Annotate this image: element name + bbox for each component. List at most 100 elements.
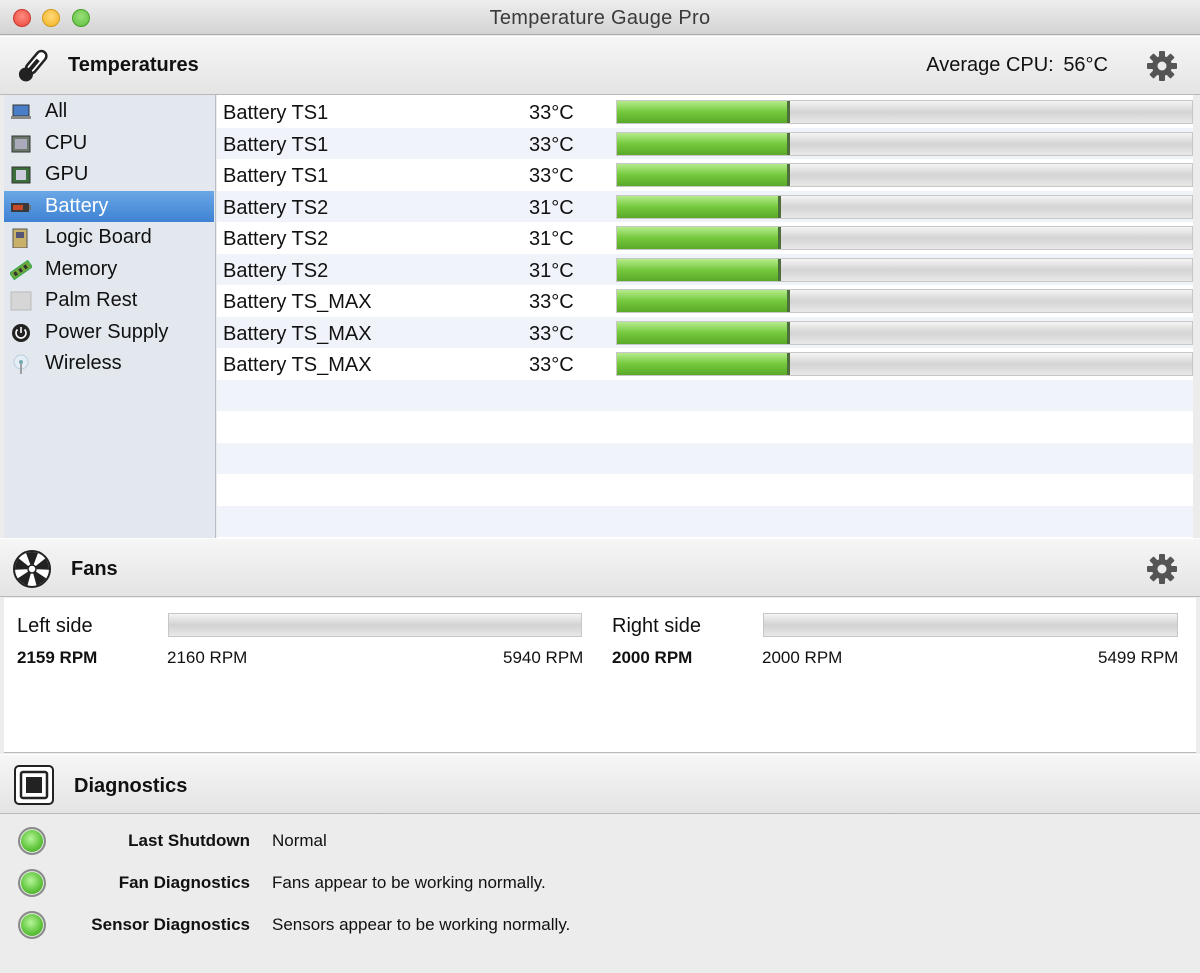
sensor-row[interactable]: Battery TS1 33°C xyxy=(217,96,1193,128)
temperatures-title: Temperatures xyxy=(68,54,199,76)
sensor-name: Battery TS2 xyxy=(223,259,329,282)
list-edge xyxy=(1193,95,1200,538)
diagnostic-value: Fans appear to be working normally. xyxy=(272,873,546,892)
sensor-row[interactable]: Battery TS1 33°C xyxy=(217,127,1193,159)
sidebar-item-memory[interactable]: Memory xyxy=(4,254,214,285)
left-fan-name: Left side xyxy=(17,615,93,637)
logic-board-icon xyxy=(12,228,28,248)
fan-icon xyxy=(13,550,51,588)
temperatures-settings-gear-icon[interactable] xyxy=(1145,49,1179,83)
memory-stick-icon xyxy=(10,259,32,280)
sidebar-item-label: Palm Rest xyxy=(45,289,138,311)
sensor-list: Battery TS1 33°C Battery TS1 33°C Battery TS… xyxy=(217,95,1193,538)
sidebar-item-palm-rest[interactable]: Palm Rest xyxy=(4,285,214,316)
sensor-name: Battery TS2 xyxy=(223,228,329,250)
sensor-temperature: 33°C xyxy=(529,291,574,313)
sensor-temperature-bar-fill xyxy=(617,321,790,344)
sensor-temperature: 33°C xyxy=(529,165,574,187)
sidebar-item-cpu[interactable]: CPU xyxy=(4,128,214,159)
sidebar-item-all[interactable]: All xyxy=(4,96,214,127)
palm-rest-icon xyxy=(10,291,32,311)
sensor-temperature-bar xyxy=(616,352,1193,376)
sensor-name: Battery TS_MAX xyxy=(223,291,372,313)
sensor-name: Battery TS1 xyxy=(223,133,329,156)
category-sidebar: All CPU GPU Battery Logic Board Memory Palm Re… xyxy=(4,95,216,538)
average-cpu-value: 56°C xyxy=(1063,54,1108,76)
sensor-temperature: 33°C xyxy=(529,322,574,345)
sensor-name: Battery TS1 xyxy=(223,102,329,124)
antenna-icon xyxy=(13,354,29,374)
laptop-icon xyxy=(11,104,31,119)
sidebar-item-power-supply[interactable]: Power Supply xyxy=(4,317,214,348)
fans-title: Fans xyxy=(71,558,118,580)
right-fan-current-rpm: 2000 RPM xyxy=(612,648,693,667)
sensor-temperature-bar xyxy=(616,226,1193,250)
sensor-row[interactable]: Battery TS_MAX 33°C xyxy=(217,285,1193,317)
sensor-row[interactable]: Battery TS2 31°C xyxy=(217,190,1193,222)
sensor-temperature-bar xyxy=(616,257,1193,282)
diagnostics-title: Diagnostics xyxy=(74,775,188,797)
right-fan-speed-bar[interactable] xyxy=(763,613,1178,637)
fans-settings-gear-icon[interactable] xyxy=(1145,552,1179,586)
thermometer-icon xyxy=(18,49,48,82)
sensor-temperature-bar xyxy=(616,131,1193,156)
sidebar-item-label: All xyxy=(45,100,68,122)
sensor-temperature: 31°C xyxy=(529,259,574,282)
sensor-row[interactable]: Battery TS2 31°C xyxy=(217,222,1193,254)
sidebar-item-battery[interactable]: Battery xyxy=(4,190,214,222)
sensor-row[interactable]: Battery TS_MAX 33°C xyxy=(217,316,1193,348)
sensor-temperature: 31°C xyxy=(529,196,574,219)
left-fan-max-rpm: 5940 RPM xyxy=(503,648,584,667)
sensor-temperature-bar xyxy=(616,194,1193,219)
sensor-row[interactable]: Battery TS1 33°C xyxy=(217,159,1193,191)
sensor-temperature: 33°C xyxy=(529,133,574,156)
sensor-temperature-bar-fill xyxy=(617,258,781,281)
sensor-row[interactable]: Battery TS_MAX 33°C xyxy=(217,348,1193,380)
empty-row xyxy=(217,474,1193,506)
sensor-temperature-bar-fill xyxy=(617,101,790,123)
empty-row xyxy=(217,442,1193,474)
diagnostic-label: Sensor Diagnostics xyxy=(91,915,250,934)
sensor-row[interactable]: Battery TS2 31°C xyxy=(217,253,1193,285)
right-fan-max-rpm: 5499 RPM xyxy=(1098,648,1179,667)
diagnostic-value: Normal xyxy=(272,831,327,850)
sidebar-item-label: Power Supply xyxy=(45,320,169,343)
cpu-chip-icon xyxy=(11,135,31,152)
temperatures-header: Temperatures Average CPU: 56°C xyxy=(0,36,1200,95)
sidebar-item-label: Wireless xyxy=(45,352,122,374)
sensor-name: Battery TS1 xyxy=(223,165,329,187)
gpu-chip-icon xyxy=(11,166,31,184)
diagnostic-value: Sensors appear to be working normally. xyxy=(272,915,571,934)
diagnostics-panel: Last Shutdown Normal Fan Diagnostics Fans a… xyxy=(0,815,1200,973)
diagnostic-label: Last Shutdown xyxy=(128,831,250,850)
sensor-temperature: 33°C xyxy=(529,354,574,376)
sidebar-item-label: GPU xyxy=(45,163,89,185)
diagnostic-label: Fan Diagnostics xyxy=(118,873,250,892)
sensor-temperature-bar-fill xyxy=(617,195,781,218)
chip-icon xyxy=(14,765,54,805)
sidebar-item-label: Memory xyxy=(45,257,118,280)
sidebar-item-logic-board[interactable]: Logic Board xyxy=(4,222,214,253)
diagnostics-header: Diagnostics xyxy=(0,754,1200,814)
power-icon xyxy=(12,323,30,342)
sensor-name: Battery TS_MAX xyxy=(223,322,372,345)
left-fan-speed-bar[interactable] xyxy=(168,613,582,637)
sensor-temperature: 31°C xyxy=(529,228,574,250)
sensor-name: Battery TS2 xyxy=(223,196,329,219)
window-titlebar: Temperature Gauge Pro xyxy=(0,0,1200,35)
sensor-temperature: 33°C xyxy=(529,102,574,124)
empty-row xyxy=(217,505,1193,537)
battery-icon xyxy=(11,202,31,212)
sensor-name: Battery TS_MAX xyxy=(223,354,372,376)
sidebar-item-label: Battery xyxy=(45,194,109,217)
sidebar-item-label: Logic Board xyxy=(45,226,152,248)
fans-panel: Left side 2159 RPM 2160 RPM 5940 RPM Rig… xyxy=(4,598,1196,753)
sensor-temperature-bar-fill xyxy=(617,353,790,375)
sidebar-item-gpu[interactable]: GPU xyxy=(4,159,214,190)
average-cpu-readout: Average CPU: 56°C xyxy=(926,54,1108,77)
sensor-temperature-bar xyxy=(616,320,1193,345)
sensor-temperature-bar xyxy=(616,100,1193,124)
left-fan-min-rpm: 2160 RPM xyxy=(167,648,248,667)
sidebar-item-wireless[interactable]: Wireless xyxy=(4,348,214,379)
status-led-icon xyxy=(18,827,46,855)
